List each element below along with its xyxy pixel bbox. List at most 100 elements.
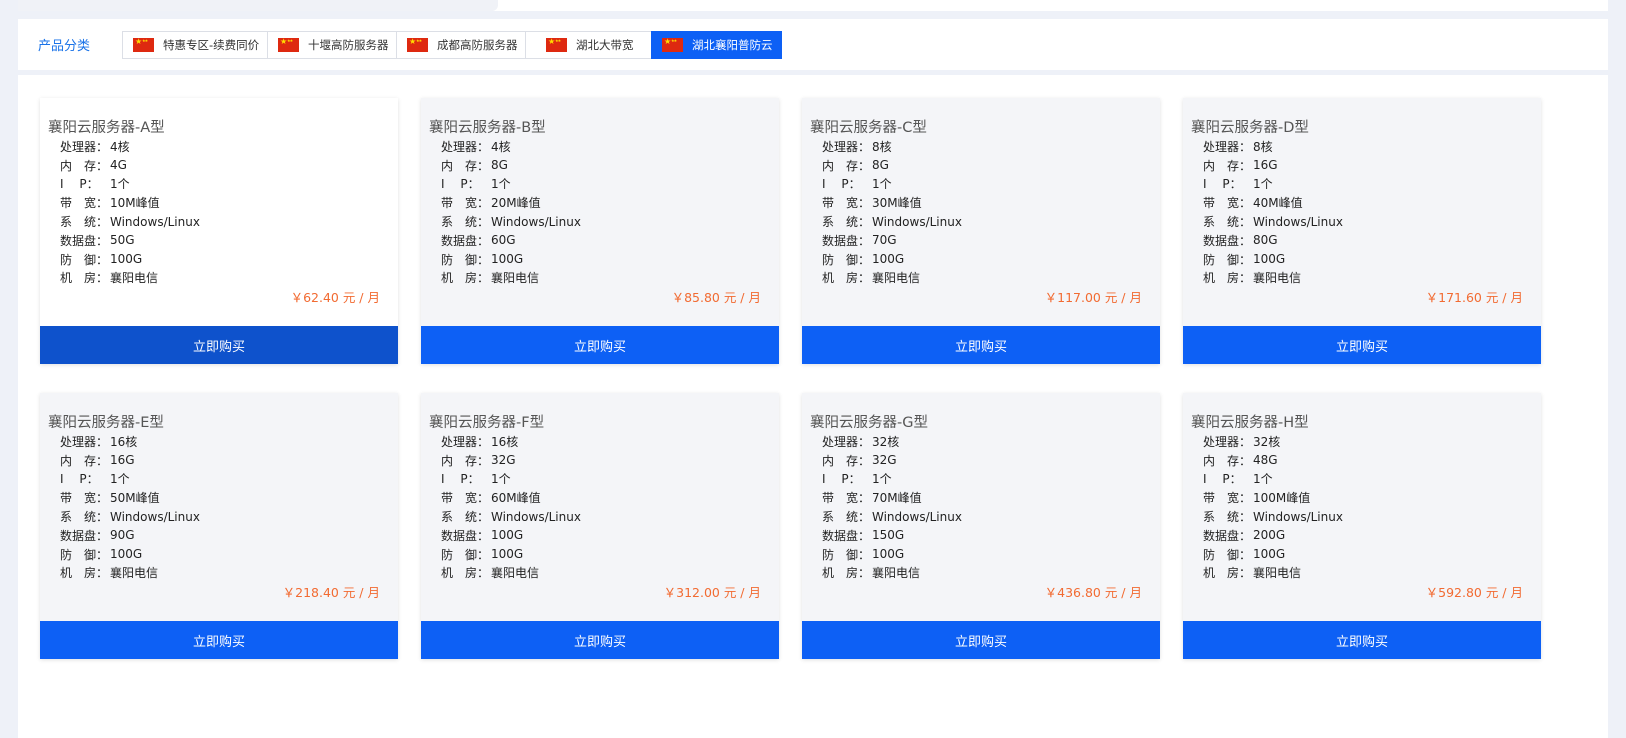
spec-row-disk: 数据盘： 100G: [441, 526, 581, 545]
spec-label: 机 房：: [60, 271, 109, 286]
spec-label: 防 御：: [441, 547, 490, 562]
category-tabs: 特惠专区-续费同价 十堰高防服务器 成都高防服务器 湖北大带宽 湖北襄阳普防云: [122, 30, 782, 59]
spec-value: 100G: [1253, 252, 1286, 267]
price-label: ￥218.40 元 / 月: [282, 585, 380, 600]
spec-label: 数据盘：: [441, 528, 490, 543]
spec-row-defense: 防 御： 100G: [60, 545, 200, 564]
spec-row-datacenter: 机 房： 襄阳电信: [441, 564, 581, 583]
spec-value: 60M峰值: [491, 491, 541, 506]
spec-value: 100G: [110, 547, 143, 562]
tab-chengdu-ddos[interactable]: 成都高防服务器: [396, 30, 526, 59]
spec-value: 襄阳电信: [110, 271, 159, 286]
spec-value: 90G: [110, 528, 135, 543]
price-label: ￥312.00 元 / 月: [663, 585, 761, 600]
spec-row-cpu: 处理器： 4核: [441, 137, 581, 156]
spec-label: 系 统：: [1203, 215, 1252, 230]
spec-value: 4G: [110, 158, 127, 173]
spec-label: 防 御：: [441, 252, 490, 267]
spec-row-datacenter: 机 房： 襄阳电信: [822, 564, 962, 583]
spec-value: Windows/Linux: [110, 509, 200, 524]
product-title: 襄阳云服务器-B型: [429, 120, 546, 136]
tab-xiangyang-cloud[interactable]: 湖北襄阳普防云: [651, 30, 782, 59]
spec-row-defense: 防 御： 100G: [1203, 545, 1343, 564]
spec-label: 系 统：: [441, 215, 490, 230]
category-label: 产品分类: [38, 39, 91, 54]
spec-row-datacenter: 机 房： 襄阳电信: [441, 269, 581, 288]
spec-row-cpu: 处理器： 8核: [1203, 137, 1343, 156]
spec-value: 10M峰值: [110, 196, 160, 211]
spec-value: 48G: [1253, 453, 1278, 468]
product-card: 襄阳云服务器-B型 处理器： 4核内 存： 8G I P： 1个带 宽： 20M峰值系 统：…: [421, 98, 779, 364]
buy-now-button[interactable]: 立即购买: [40, 326, 398, 364]
spec-label: 系 统：: [1203, 510, 1252, 525]
spec-label: 处理器：: [822, 434, 871, 449]
spec-value: Windows/Linux: [491, 509, 581, 524]
product-card: 襄阳云服务器-F型 处理器： 16核内 存： 32G I P： 1个带 宽： 60M峰值系 …: [421, 393, 779, 659]
spec-value: 襄阳电信: [872, 271, 921, 286]
spec-value: 32G: [491, 453, 516, 468]
spec-label: 防 御：: [1203, 252, 1252, 267]
spec-label: 处理器：: [441, 434, 490, 449]
spec-label: I P：: [1203, 177, 1242, 192]
spec-value: 100G: [872, 252, 905, 267]
spec-value: 16核: [491, 434, 519, 449]
spec-value: 150G: [872, 528, 905, 543]
buy-now-button[interactable]: 立即购买: [421, 326, 779, 364]
spec-row-disk: 数据盘： 60G: [441, 231, 581, 250]
spec-row-bandwidth: 带 宽： 70M峰值: [822, 488, 962, 507]
buy-now-button[interactable]: 立即购买: [40, 621, 398, 659]
product-card: 襄阳云服务器-D型 处理器： 8核内 存： 16G I P： 1个带 宽： 40M峰值系 统…: [1183, 98, 1541, 364]
spec-row-memory: 内 存： 16G: [60, 451, 200, 470]
price-label: ￥436.80 元 / 月: [1044, 585, 1142, 600]
spec-label: I P：: [822, 472, 861, 487]
spec-value: 32核: [872, 434, 900, 449]
spec-value: Windows/Linux: [491, 214, 581, 229]
spec-label: 处理器：: [1203, 139, 1252, 154]
tab-shiyan-ddos[interactable]: 十堰高防服务器: [267, 30, 397, 59]
spec-label: 系 统：: [441, 510, 490, 525]
product-card: 襄阳云服务器-H型 处理器： 32核内 存： 48G I P： 1个带 宽： 100M峰值系…: [1183, 393, 1541, 659]
spec-row-disk: 数据盘： 200G: [1203, 526, 1343, 545]
spec-list: 处理器： 16核内 存： 32G I P： 1个带 宽： 60M峰值系 统： Windows…: [441, 432, 581, 582]
spec-value: Windows/Linux: [1253, 509, 1343, 524]
spec-label: 防 御：: [60, 252, 109, 267]
spec-value: 1个: [1253, 472, 1273, 487]
spec-row-defense: 防 御： 100G: [822, 545, 962, 564]
spec-value: 16核: [110, 434, 138, 449]
spec-row-ip: I P： 1个: [441, 175, 581, 194]
spec-value: 100G: [110, 252, 143, 267]
buy-now-button[interactable]: 立即购买: [802, 326, 1160, 364]
buy-now-button[interactable]: 立即购买: [802, 621, 1160, 659]
spec-label: 数据盘：: [822, 233, 871, 248]
spec-label: 内 存：: [441, 453, 490, 468]
product-title: 襄阳云服务器-A型: [48, 120, 165, 136]
spec-value: 100G: [1253, 547, 1286, 562]
spec-label: 机 房：: [441, 271, 490, 286]
spec-value: Windows/Linux: [1253, 214, 1343, 229]
spec-row-memory: 内 存： 4G: [60, 156, 200, 175]
spec-row-datacenter: 机 房： 襄阳电信: [60, 564, 200, 583]
tab-special-offer[interactable]: 特惠专区-续费同价: [122, 30, 268, 59]
buy-now-button[interactable]: 立即购买: [421, 621, 779, 659]
product-title: 襄阳云服务器-C型: [810, 120, 927, 136]
spec-value: 100M峰值: [1253, 491, 1311, 506]
spec-value: 100G: [872, 547, 905, 562]
spec-label: 处理器：: [1203, 434, 1252, 449]
tab-label: 成都高防服务器: [437, 37, 518, 52]
spec-label: 防 御：: [1203, 547, 1252, 562]
buy-now-button[interactable]: 立即购买: [1183, 326, 1541, 364]
spec-label: 数据盘：: [60, 233, 109, 248]
spec-value: 80G: [1253, 233, 1278, 248]
spec-row-datacenter: 机 房： 襄阳电信: [1203, 269, 1343, 288]
spec-row-os: 系 统： Windows/Linux: [822, 507, 962, 526]
product-title: 襄阳云服务器-G型: [810, 415, 928, 431]
tab-label: 十堰高防服务器: [308, 37, 389, 52]
china-flag-icon: [278, 37, 299, 52]
buy-now-button[interactable]: 立即购买: [1183, 621, 1541, 659]
spec-row-ip: I P： 1个: [822, 175, 962, 194]
spec-list: 处理器： 16核内 存： 16G I P： 1个带 宽： 50M峰值系 统： Windows…: [60, 432, 200, 582]
tab-hubei-bandwidth[interactable]: 湖北大带宽: [525, 30, 652, 59]
tab-label: 特惠专区-续费同价: [163, 37, 260, 52]
spec-value: 1个: [1253, 177, 1273, 192]
spec-row-bandwidth: 带 宽： 10M峰值: [60, 193, 200, 212]
